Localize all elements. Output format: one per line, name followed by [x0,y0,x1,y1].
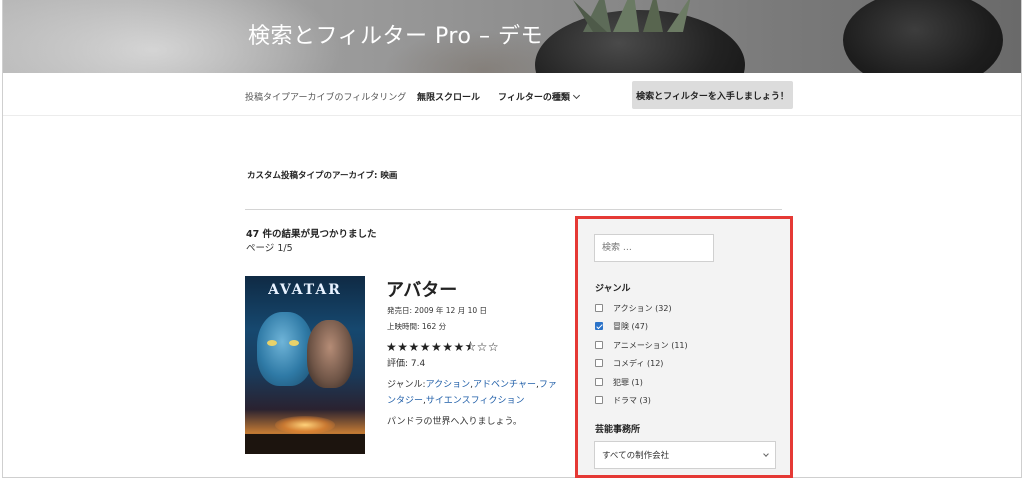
genre-checkbox-adventure[interactable]: 冒険 (47) [595,320,648,332]
search-input[interactable] [594,234,714,262]
checkbox[interactable] [595,341,603,349]
section-divider [245,209,782,210]
checkbox-label: ドラマ (3) [613,395,651,405]
poster-human-face [307,320,353,388]
genre-checkbox-comedy[interactable]: コメディ (12) [595,357,663,369]
genre-checkbox-animation[interactable]: アニメーション (11) [595,339,688,351]
genre-filter-heading: ジャンル [595,284,631,294]
poster-ground [245,434,365,454]
movie-release-date: 発売日: 2009 年 12 月 10 日 [387,306,488,315]
nav-item-post-type-archive[interactable]: 投稿タイプアーカイブのフィルタリング [245,90,406,103]
banner-decor-sphere-image [843,0,1003,73]
checkbox-label: コメディ (12) [613,358,664,368]
movie-rating: 評価: 7.4 [387,359,426,369]
checkbox-label: 冒険 (47) [613,321,648,331]
genre-checkbox-crime[interactable]: 犯罪 (1) [595,376,643,388]
checkbox[interactable] [595,304,603,312]
checkbox-checked[interactable] [595,322,603,330]
checkbox[interactable] [595,378,603,386]
chevron-down-icon [763,451,769,457]
checkbox-label: アニメーション (11) [613,340,688,350]
page-title: カスタム投稿タイプのアーカイブ: 映画 [247,171,398,181]
banner-plant-image [573,0,691,32]
genre-checkbox-drama[interactable]: ドラマ (3) [595,394,651,406]
get-search-filter-button[interactable]: 検索とフィルターを入手しましょう！ [632,81,793,109]
movie-runtime: 上映時間: 162 分 [387,322,447,331]
poster-sunset [275,416,335,434]
genre-checkbox-action[interactable]: アクション (32) [595,302,672,314]
chevron-down-icon [572,91,580,100]
results-count: 47 件の結果が見つかりました [246,229,377,240]
agency-filter-heading: 芸能事務所 [595,425,641,435]
checkbox-label: アクション (32) [613,303,672,313]
nav-item-filter-types-label: フィルターの種類 [498,93,570,103]
agency-select-value: すべての制作会社 [602,451,670,461]
genre-link-action[interactable]: アクション [426,380,471,390]
poster-eye-right [289,340,299,346]
site-title[interactable]: 検索とフィルター Pro – デモ [248,18,543,50]
movie-tagline: パンドラの世界へ入りましょう。 [387,417,522,427]
site-header-banner: 検索とフィルター Pro – デモ [3,0,1021,73]
checkbox[interactable] [595,396,603,404]
genre-link-adventure[interactable]: アドベンチャー [473,380,536,390]
poster-eye-left [267,340,277,346]
poster-title-text: AVATAR [268,282,342,298]
poster-navi-face [257,312,313,386]
results-page-indicator: ページ 1/5 [246,243,293,254]
movie-title-link[interactable]: アバター [386,276,457,302]
agency-select[interactable]: すべての制作会社 [594,441,776,469]
main-navigation: 投稿タイプアーカイブのフィルタリング 無限スクロール フィルターの種類 検索とフ… [3,73,1021,116]
nav-item-filter-types[interactable]: フィルターの種類 [498,90,580,103]
checkbox[interactable] [595,359,603,367]
checkbox-label: 犯罪 (1) [613,377,643,387]
genre-prefix: ジャンル: [387,380,426,390]
movie-poster-image[interactable]: AVATAR [245,276,365,454]
movie-genres: ジャンル:アクション,アドベンチャー,ファンタジー,サイエンスフィクション [387,380,557,406]
nav-item-infinite-scroll[interactable]: 無限スクロール [417,90,480,103]
genre-link-science-fiction[interactable]: サイエンスフィクション [426,396,525,406]
